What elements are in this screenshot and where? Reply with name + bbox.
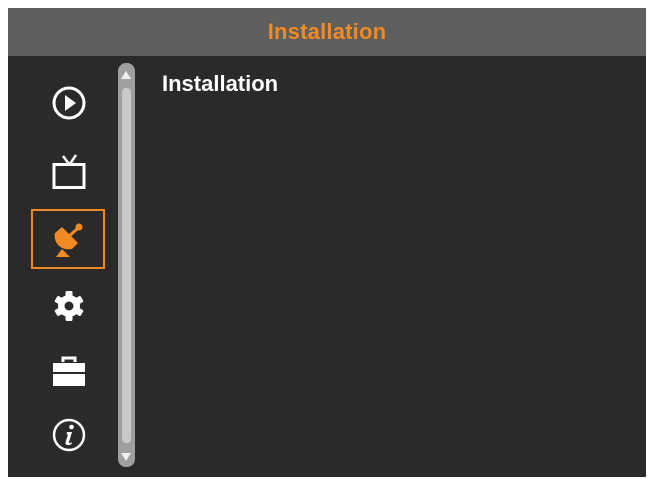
sidebar-item-installation[interactable] (31, 209, 105, 269)
sidebar-item-settings[interactable] (33, 278, 105, 334)
page-title: Installation (162, 71, 279, 96)
scrollbar-thumb[interactable] (122, 88, 131, 443)
play-circle-icon (51, 85, 87, 121)
sidebar-item-tools[interactable] (33, 343, 105, 399)
scroll-down-icon[interactable] (121, 453, 131, 461)
tv-icon (49, 152, 89, 192)
toolbox-icon (49, 353, 89, 389)
sidebar-item-tv[interactable] (33, 144, 105, 200)
header-title: Installation (267, 19, 387, 44)
tv-menu-screen: Installation Installation (8, 8, 646, 477)
gear-icon (51, 288, 87, 324)
title-bar: Installation (8, 8, 646, 56)
sidebar-item-media[interactable] (33, 75, 105, 131)
sidebar-menu (8, 56, 118, 477)
info-icon (51, 417, 87, 453)
sidebar-scrollbar[interactable] (118, 63, 135, 467)
sidebar-item-info[interactable] (33, 407, 105, 463)
scroll-up-icon[interactable] (121, 71, 131, 79)
satellite-dish-icon (48, 219, 88, 259)
